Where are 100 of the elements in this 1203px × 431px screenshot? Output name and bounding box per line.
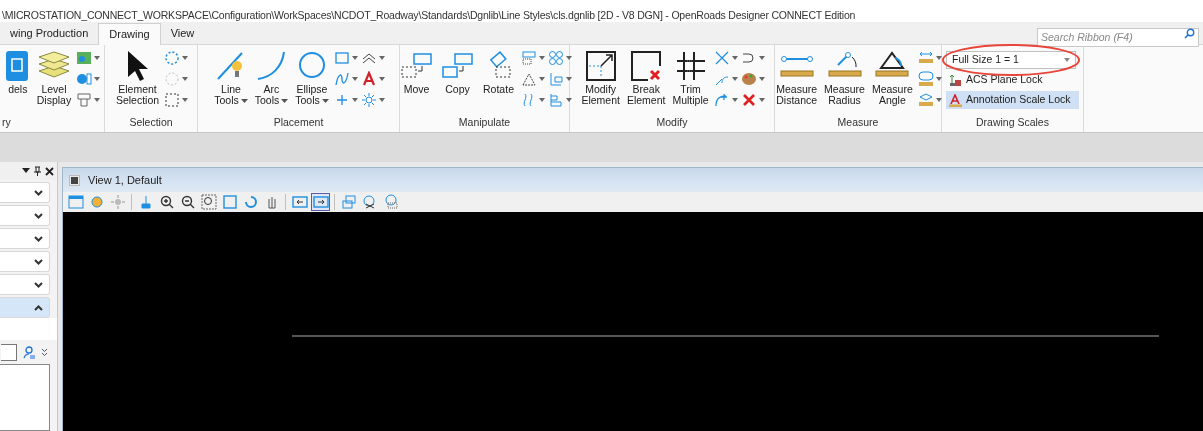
caret-icon[interactable] <box>565 77 572 81</box>
caret-icon[interactable] <box>565 98 572 102</box>
ribbon-button[interactable]: Copy <box>438 48 477 95</box>
group-label: Placement <box>272 115 325 130</box>
caret-icon[interactable] <box>538 98 545 102</box>
caret-icon[interactable] <box>731 77 738 81</box>
search-field[interactable]: Search Ribbon (F4) <box>1037 27 1199 47</box>
caret-icon[interactable] <box>351 77 358 81</box>
caret-icon[interactable] <box>935 56 942 60</box>
caret-icon[interactable] <box>758 56 765 60</box>
caret-icon[interactable] <box>758 98 765 102</box>
view-title: View 1, Default <box>88 172 162 188</box>
chevron-down-icon <box>34 189 43 196</box>
group-label: ry <box>1 115 12 130</box>
ribbon-button[interactable]: Ellipse Tools <box>293 48 331 106</box>
search-icon <box>1184 28 1195 39</box>
caret-icon[interactable] <box>94 98 101 102</box>
previous-view-icon[interactable] <box>290 193 309 211</box>
dotted-square-icon <box>164 92 181 108</box>
group-label: Manipulate <box>457 115 512 130</box>
level-icon <box>76 92 93 108</box>
volume-icon <box>917 92 934 108</box>
modify-element-icon <box>584 50 617 82</box>
chevron-down-icon <box>34 258 43 265</box>
view-window-icon[interactable] <box>66 193 85 211</box>
next-view-icon[interactable] <box>311 193 330 211</box>
caret-icon[interactable] <box>935 77 942 81</box>
caret-icon[interactable] <box>351 56 358 60</box>
ribbon-button[interactable]: Move <box>397 48 436 95</box>
ribbon-button[interactable]: dels <box>3 48 32 95</box>
annotation-icon <box>949 93 962 107</box>
ribbon-button[interactable]: Level Display <box>34 48 74 106</box>
window-title: \MICROSTATION_CONNECT_WORKSPACE\Configuration\WorkSpaces\NCDOT_Roadway\Standards\Dgnlib\Line Styles\cls.dgnlib [2D - V8 DGN] - OpenRoads Designer CONNECT Edition <box>1 9 856 22</box>
ribbon-tab[interactable]: View <box>160 23 205 44</box>
cube-icon <box>5 49 30 83</box>
caret-icon[interactable] <box>538 77 545 81</box>
arc-icon <box>256 49 287 83</box>
caret-icon[interactable] <box>182 56 189 60</box>
curve-icon <box>333 71 350 87</box>
dropdown-icon[interactable] <box>22 168 30 174</box>
caret-icon[interactable] <box>351 98 358 102</box>
double-chevron-icon[interactable] <box>41 347 48 357</box>
caret-icon[interactable] <box>538 56 545 60</box>
ruler-icon <box>917 50 934 66</box>
ribbon-button[interactable]: Modify Element <box>579 48 622 106</box>
caret-icon[interactable] <box>378 56 385 60</box>
info-icon <box>76 71 93 87</box>
chevron-up-icon <box>34 304 43 311</box>
chevron-down-icon <box>34 281 43 288</box>
caret-icon[interactable] <box>731 56 738 60</box>
pin-icon[interactable] <box>34 166 41 176</box>
window-menu-icon[interactable] <box>69 174 80 186</box>
lock-toggle[interactable]: Annotation Scale Lock <box>946 91 1079 109</box>
ribbon-tab[interactable]: Drawing <box>98 23 161 45</box>
ribbon-tab[interactable]: wing Production <box>0 23 99 44</box>
caret-icon[interactable] <box>378 77 385 81</box>
close-icon[interactable] <box>45 166 54 176</box>
group-label: Selection <box>128 115 174 130</box>
scale-dropdown[interactable]: Full Size 1 = 1 <box>946 51 1076 69</box>
ribbon-button[interactable]: Rotate <box>479 48 518 95</box>
distribute-icon <box>547 92 564 108</box>
caret-icon[interactable] <box>94 56 101 60</box>
ribbon-button[interactable]: Break Element <box>624 48 668 106</box>
caret-icon[interactable] <box>935 98 942 102</box>
caret-icon[interactable] <box>94 77 101 81</box>
window-area-icon[interactable] <box>199 193 218 211</box>
ribbon-button[interactable]: Trim Multiple <box>670 48 711 106</box>
ribbon-button[interactable]: Arc Tools <box>252 48 291 106</box>
ribbon-button[interactable]: Measure Angle <box>869 48 915 106</box>
intersect-icon <box>713 50 730 66</box>
group-label: Measure <box>836 115 880 130</box>
caret-icon[interactable] <box>182 77 189 81</box>
group-label: Modify <box>655 115 689 130</box>
ribbon-button[interactable]: Measure Distance <box>774 48 820 106</box>
align-icon <box>547 71 564 87</box>
copy-icon <box>440 51 475 81</box>
caret-icon <box>1064 58 1070 62</box>
caret-icon[interactable] <box>731 98 738 102</box>
caret-icon[interactable] <box>182 98 189 102</box>
caret-icon[interactable] <box>758 77 765 81</box>
chevron-down-icon <box>34 212 43 219</box>
input-field[interactable] <box>1 343 17 361</box>
caret-icon[interactable] <box>378 98 385 102</box>
trim-icon <box>674 50 707 82</box>
rectangle-icon <box>333 50 350 66</box>
user-filter-icon[interactable] <box>23 345 35 359</box>
caret-icon[interactable] <box>565 56 572 60</box>
dotted-circle-icon <box>164 50 181 66</box>
sun-icon <box>360 92 377 108</box>
lock-toggle[interactable]: ACS Plane Lock <box>946 71 1079 89</box>
move-icon <box>399 51 434 81</box>
circles-icon <box>547 50 564 66</box>
chevron-down-icon <box>34 235 43 242</box>
area-icon <box>917 71 934 87</box>
ribbon-button[interactable]: Element Selection <box>113 48 162 106</box>
dotted-circle-icon <box>164 71 181 87</box>
ribbon-button[interactable]: Measure Radius <box>822 48 867 106</box>
ribbon-button[interactable]: Line Tools <box>212 48 250 106</box>
break-element-icon <box>630 50 663 82</box>
group-label: Drawing Scales <box>975 115 1050 130</box>
